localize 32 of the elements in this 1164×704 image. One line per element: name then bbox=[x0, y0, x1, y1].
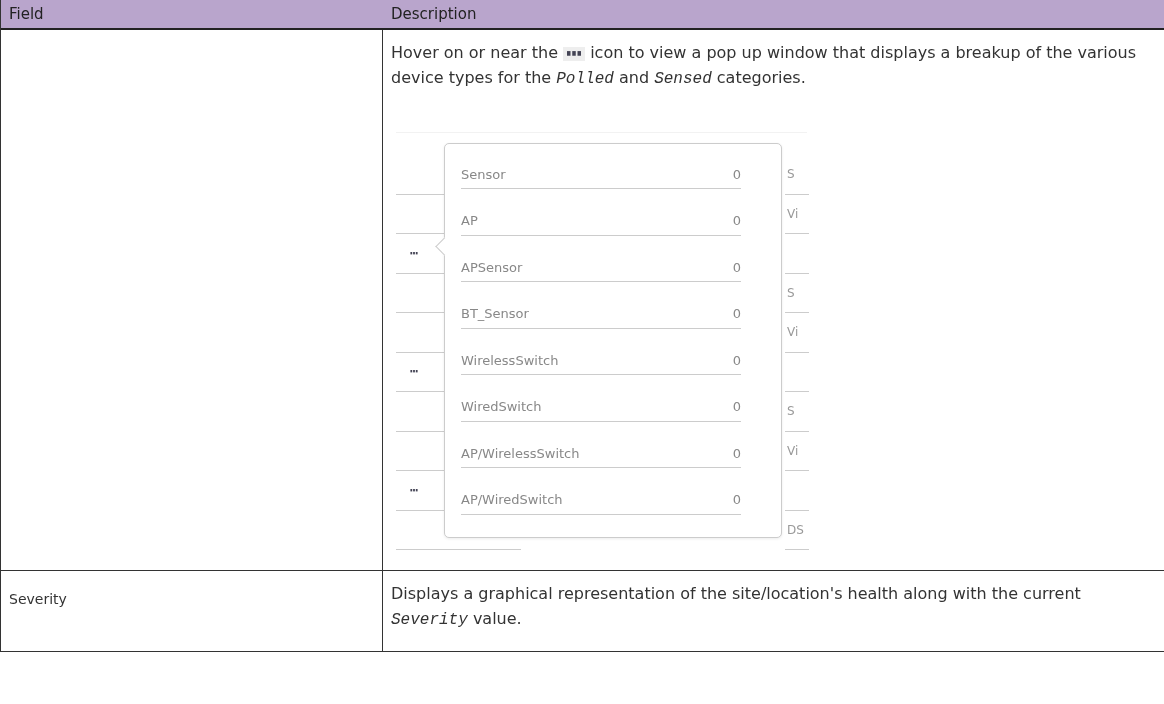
device-type: WiredSwitch bbox=[461, 399, 542, 414]
column-header: Field bbox=[8, 5, 45, 23]
column-header: Description bbox=[390, 5, 478, 23]
field-name: Severity bbox=[9, 591, 67, 607]
more-dots-icon bbox=[410, 488, 418, 492]
device-type: WirelessSwitch bbox=[461, 352, 559, 368]
device-count: 0 bbox=[732, 399, 741, 414]
device-count: 0 bbox=[732, 166, 741, 182]
cut-off-text: Vi bbox=[787, 443, 799, 458]
description-text: Hover on or near the icon to view a pop up window that displays a breakup of the various device types for the Polled and Sensed categories. bbox=[391, 42, 1138, 90]
cut-off-text: S bbox=[787, 167, 795, 182]
device-type: AP bbox=[461, 213, 478, 228]
more-dots-icon bbox=[410, 251, 418, 255]
device-count: 0 bbox=[732, 445, 741, 461]
device-count: 0 bbox=[732, 213, 741, 228]
cut-off-text: Vi bbox=[787, 325, 799, 340]
cut-off-text: S bbox=[787, 404, 795, 419]
device-count: 0 bbox=[732, 259, 741, 275]
device-type: BT_Sensor bbox=[461, 306, 529, 321]
device-type: Sensor bbox=[461, 166, 506, 182]
device-type: AP/WiredSwitch bbox=[461, 492, 563, 507]
cut-off-text: DS bbox=[787, 522, 804, 537]
more-dots-icon bbox=[410, 370, 418, 374]
device-count: 0 bbox=[732, 492, 741, 507]
cut-off-text: S bbox=[787, 285, 795, 300]
device-count: 0 bbox=[732, 306, 741, 321]
device-type: APSensor bbox=[461, 259, 523, 275]
device-type: AP/WirelessSwitch bbox=[461, 445, 580, 461]
description-text: Displays a graphical representation of the site/location's health along with the current Severity value. bbox=[391, 583, 1082, 631]
more-dots-icon bbox=[567, 50, 582, 57]
device-count: 0 bbox=[732, 352, 741, 368]
cut-off-text: Vi bbox=[787, 206, 799, 221]
